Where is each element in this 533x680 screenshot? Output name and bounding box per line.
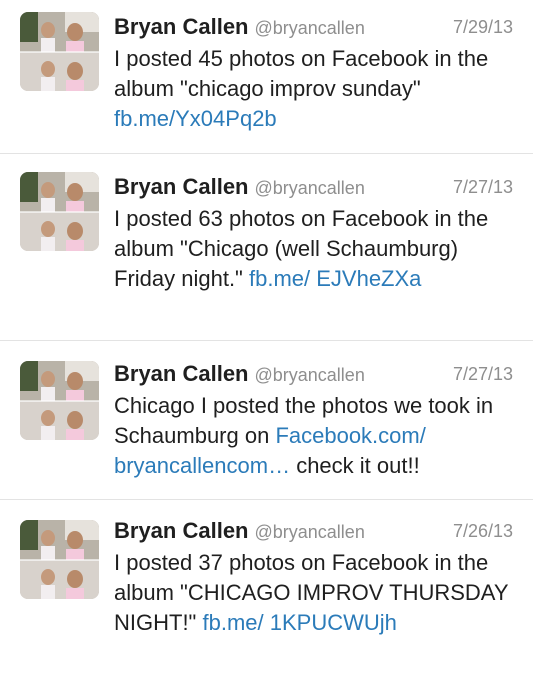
tweet-feed: Bryan Callen @bryancallen 7/29/13 I poste…: [0, 0, 533, 680]
author-handle[interactable]: @bryancallen: [255, 18, 365, 38]
author-name[interactable]: Bryan Callen: [114, 361, 249, 386]
tweet-text: I posted 63 photos on Facebook in the al…: [114, 204, 513, 294]
avatar[interactable]: [20, 520, 99, 599]
author-name[interactable]: Bryan Callen: [114, 14, 249, 39]
avatar-photo-icon: [20, 361, 99, 440]
tweet-text: I posted 37 photos on Facebook in the al…: [114, 548, 513, 638]
tweet-date: 7/27/13: [452, 177, 513, 197]
avatar-photo-icon: [20, 172, 99, 251]
tweet-item[interactable]: Bryan Callen @bryancallen 7/26/13 I poste…: [0, 500, 533, 680]
tweet-text: I posted 45 photos on Facebook in the al…: [114, 44, 513, 134]
author-name[interactable]: Bryan Callen: [114, 518, 249, 543]
tweet-date: 7/29/13: [452, 17, 513, 37]
avatar-photo-icon: [20, 12, 99, 91]
tweet-date: 7/26/13: [452, 521, 513, 541]
tweet-link[interactable]: fb.me/Yx04Pq2b: [114, 106, 277, 131]
tweet-link[interactable]: fb.me/ 1KPUCWUjh: [202, 610, 396, 635]
tweet-link[interactable]: fb.me/ EJVheZXa: [249, 266, 421, 291]
avatar[interactable]: [20, 361, 99, 440]
author-handle[interactable]: @bryancallen: [255, 365, 365, 385]
tweet-item[interactable]: Bryan Callen @bryancallen 7/27/13 I poste…: [0, 154, 533, 341]
avatar[interactable]: [20, 12, 99, 91]
tweet-item[interactable]: Bryan Callen @bryancallen 7/27/13 Chicago…: [0, 341, 533, 500]
tweet-text-body: I posted 45 photos on Facebook in the al…: [114, 46, 489, 101]
author-handle[interactable]: @bryancallen: [255, 178, 365, 198]
author-name[interactable]: Bryan Callen: [114, 174, 249, 199]
tweet-text-after: check it out!!: [290, 453, 420, 478]
avatar[interactable]: [20, 172, 99, 251]
tweet-date: 7/27/13: [452, 364, 513, 384]
tweet-text: Chicago I posted the photos we took in S…: [114, 391, 513, 481]
author-handle[interactable]: @bryancallen: [255, 522, 365, 542]
avatar-photo-icon: [20, 520, 99, 599]
tweet-item[interactable]: Bryan Callen @bryancallen 7/29/13 I poste…: [0, 0, 533, 154]
